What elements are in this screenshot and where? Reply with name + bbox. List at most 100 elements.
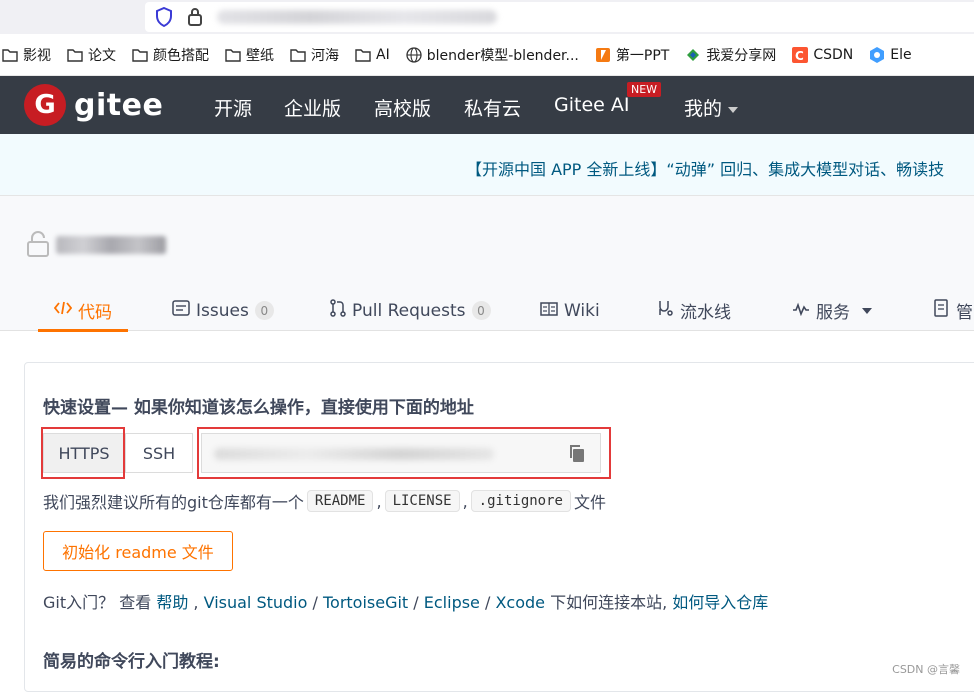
redacted-url <box>217 10 497 24</box>
caret-down-icon <box>862 308 872 314</box>
private-lock-icon <box>26 230 50 262</box>
bookmark-label: 颜色搭配 <box>153 45 209 65</box>
svg-text:C: C <box>795 49 804 63</box>
recommend-text: 我们强烈建议所有的git仓库都有一个 <box>43 489 304 513</box>
wiki-icon <box>540 301 558 321</box>
license-tag: LICENSE <box>385 490 460 512</box>
bookmark-label: 影视 <box>23 45 51 65</box>
folder-icon <box>355 47 371 63</box>
bookmark-item[interactable]: 颜色搭配 <box>130 45 215 65</box>
bookmark-label: Ele <box>890 47 911 63</box>
tab-label: Wiki <box>564 301 600 321</box>
bookmark-item[interactable]: 论文 <box>65 45 122 65</box>
git-intro-text: Git入门？ 查看 <box>43 593 151 612</box>
ssh-button[interactable]: SSH <box>125 433 193 473</box>
bookmark-item[interactable]: 影视 <box>0 45 57 65</box>
nav-item-private-cloud[interactable]: 私有云 <box>464 94 521 121</box>
tab-pipeline[interactable]: 流水线 <box>656 290 731 331</box>
bookmarks-bar: 影视 论文 颜色搭配 壁纸 河海 AI blender模型-blender...… <box>0 34 974 76</box>
xcode-link[interactable]: Xcode <box>495 593 545 612</box>
bookmark-label: 我爱分享网 <box>706 45 776 65</box>
element-icon <box>869 47 885 63</box>
repo-tabs: 代码 Issues 0 Pull Requests 0 Wiki 流水线 服务 … <box>0 290 974 331</box>
announcement-text[interactable]: 【开源中国 APP 全新上线】“动弹” 回归、集成大模型对话、畅读技 <box>466 156 944 180</box>
bookmark-label: 壁纸 <box>246 45 274 65</box>
gitee-logo[interactable]: G gitee <box>24 84 204 126</box>
tab-label: Issues <box>196 301 249 321</box>
import-repo-link[interactable]: 如何导入仓库 <box>672 593 768 612</box>
nav-item-mine-label: 我的 <box>684 98 722 120</box>
ppt-icon <box>595 47 611 63</box>
gitignore-tag: .gitignore <box>471 490 571 512</box>
folder-icon <box>67 47 83 63</box>
issues-icon <box>172 300 190 321</box>
tab-label: 管 <box>956 298 973 323</box>
lock-icon[interactable] <box>187 7 203 27</box>
quick-setup-title: 快速设置— 如果你知道该怎么操作，直接使用下面的地址 <box>43 393 474 418</box>
visual-studio-link[interactable]: Visual Studio <box>204 593 308 612</box>
nav-item-education[interactable]: 高校版 <box>374 94 431 121</box>
bookmark-item[interactable]: 河海 <box>288 45 345 65</box>
tab-label: 代码 <box>78 298 112 323</box>
tab-service[interactable]: 服务 <box>792 290 872 331</box>
bookmark-item[interactable]: 第一PPT <box>593 45 675 65</box>
bookmark-item[interactable]: 我爱分享网 <box>683 45 782 65</box>
address-field[interactable] <box>145 2 974 32</box>
gitee-logo-icon: G <box>24 84 66 126</box>
highlight-box-url <box>197 427 611 479</box>
pull-request-icon <box>330 299 346 322</box>
folder-icon <box>2 47 18 63</box>
globe-icon <box>406 47 422 63</box>
cli-tutorial-title: 简易的命令行入门教程: <box>43 647 220 672</box>
bookmark-label: 河海 <box>311 45 339 65</box>
bookmark-item[interactable]: AI <box>353 47 396 63</box>
bookmark-item[interactable]: Ele <box>867 47 917 63</box>
folder-icon <box>132 47 148 63</box>
tab-wiki[interactable]: Wiki <box>540 290 600 331</box>
tortoisegit-link[interactable]: TortoiseGit <box>323 593 408 612</box>
tab-issues[interactable]: Issues 0 <box>172 290 274 331</box>
issues-count: 0 <box>255 301 274 320</box>
manage-icon <box>934 299 950 322</box>
bookmark-label: 第一PPT <box>616 45 669 65</box>
tab-code[interactable]: 代码 <box>54 290 112 331</box>
highlight-box-https <box>41 427 125 479</box>
tab-label: 服务 <box>816 298 850 323</box>
csdn-icon: C <box>792 47 808 63</box>
bookmark-item[interactable]: blender模型-blender... <box>404 45 585 65</box>
folder-icon <box>225 47 241 63</box>
quick-setup-panel: 快速设置— 如果你知道该怎么操作，直接使用下面的地址 HTTPS SSH 我们强… <box>24 362 974 692</box>
shield-icon[interactable] <box>155 7 173 27</box>
tab-label: 流水线 <box>680 298 731 323</box>
folder-icon <box>290 47 306 63</box>
git-intro-line: Git入门？ 查看 帮助 , Visual Studio / TortoiseG… <box>43 589 768 613</box>
caret-down-icon <box>728 107 738 113</box>
announcement-bar: 【开源中国 APP 全新上线】“动弹” 回归、集成大模型对话、畅读技 <box>0 134 974 196</box>
gitee-logo-text: gitee <box>74 88 163 123</box>
nav-item-opensource[interactable]: 开源 <box>214 94 252 121</box>
tab-manage[interactable]: 管 <box>934 290 973 331</box>
readme-tag: README <box>307 490 374 512</box>
recommend-line: 我们强烈建议所有的git仓库都有一个 README, LICENSE, .git… <box>43 489 606 513</box>
nav-item-gitee-ai[interactable]: Gitee AI <box>554 94 629 116</box>
repo-header: 代码 Issues 0 Pull Requests 0 Wiki 流水线 服务 … <box>0 196 974 331</box>
bookmark-label: blender模型-blender... <box>427 45 579 65</box>
bookmark-label: CSDN <box>813 47 853 63</box>
share-icon <box>685 47 701 63</box>
code-icon <box>54 300 72 321</box>
connect-text: 下如何连接本站, <box>550 593 667 612</box>
pipeline-icon <box>656 299 674 322</box>
nav-item-enterprise[interactable]: 企业版 <box>284 94 341 121</box>
bookmark-item[interactable]: C CSDN <box>790 47 859 63</box>
init-readme-button[interactable]: 初始化 readme 文件 <box>43 531 233 571</box>
help-link[interactable]: 帮助 <box>156 593 188 612</box>
tab-pull-requests[interactable]: Pull Requests 0 <box>330 290 491 331</box>
eclipse-link[interactable]: Eclipse <box>424 593 480 612</box>
browser-url-bar <box>0 0 974 34</box>
nav-item-mine[interactable]: 我的 <box>684 94 738 121</box>
redacted-repo-name <box>56 236 166 254</box>
pull-requests-count: 0 <box>472 301 491 320</box>
bookmark-item[interactable]: 壁纸 <box>223 45 280 65</box>
bookmark-label: AI <box>376 47 390 63</box>
bookmark-label: 论文 <box>88 45 116 65</box>
